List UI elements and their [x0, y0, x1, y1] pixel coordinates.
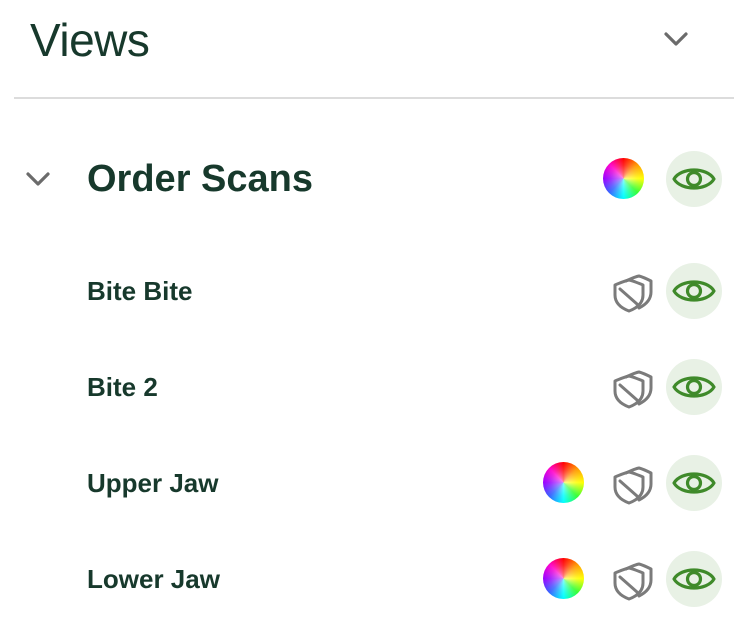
chevron-down-icon [664, 32, 688, 46]
lock-toggle-button[interactable] [612, 272, 654, 314]
item-label: Upper Jaw [87, 468, 219, 498]
color-wheel-icon[interactable] [603, 158, 644, 199]
item-label: Lower Jaw [87, 564, 220, 594]
eye-icon [672, 168, 716, 190]
eye-icon [672, 376, 716, 398]
lock-toggle-button[interactable] [612, 560, 654, 602]
visibility-toggle-button[interactable] [666, 151, 722, 207]
collapse-panel-button[interactable] [656, 22, 696, 58]
visibility-toggle-button[interactable] [666, 551, 722, 607]
list-item-bite-bite[interactable]: Bite Bite [0, 262, 746, 320]
list-item-upper-jaw[interactable]: Upper Jaw [0, 454, 746, 512]
color-wheel-icon[interactable] [543, 558, 584, 599]
views-header: Views [0, 0, 746, 98]
chevron-down-icon [26, 172, 50, 186]
visibility-toggle-button[interactable] [666, 359, 722, 415]
shield-icon [613, 274, 653, 313]
group-title: Order Scans [87, 158, 313, 200]
list-item-bite-2[interactable]: Bite 2 [0, 358, 746, 416]
color-wheel-icon[interactable] [543, 462, 584, 503]
group-order-scans[interactable]: Order Scans [0, 150, 746, 208]
views-panel: Views Order Scans Bite Bite Bite 2 Upper… [0, 0, 746, 628]
lock-toggle-button[interactable] [612, 368, 654, 410]
expand-group-button[interactable] [20, 162, 56, 196]
panel-title: Views [30, 14, 150, 66]
eye-icon [672, 472, 716, 494]
eye-icon [672, 280, 716, 302]
shield-icon [613, 562, 653, 601]
item-label: Bite 2 [87, 372, 158, 402]
visibility-toggle-button[interactable] [666, 455, 722, 511]
shield-icon [613, 466, 653, 505]
shield-icon [613, 370, 653, 409]
list-item-lower-jaw[interactable]: Lower Jaw [0, 550, 746, 608]
visibility-toggle-button[interactable] [666, 263, 722, 319]
header-divider [14, 97, 734, 99]
lock-toggle-button[interactable] [612, 464, 654, 506]
item-label: Bite Bite [87, 276, 193, 306]
eye-icon [672, 568, 716, 590]
